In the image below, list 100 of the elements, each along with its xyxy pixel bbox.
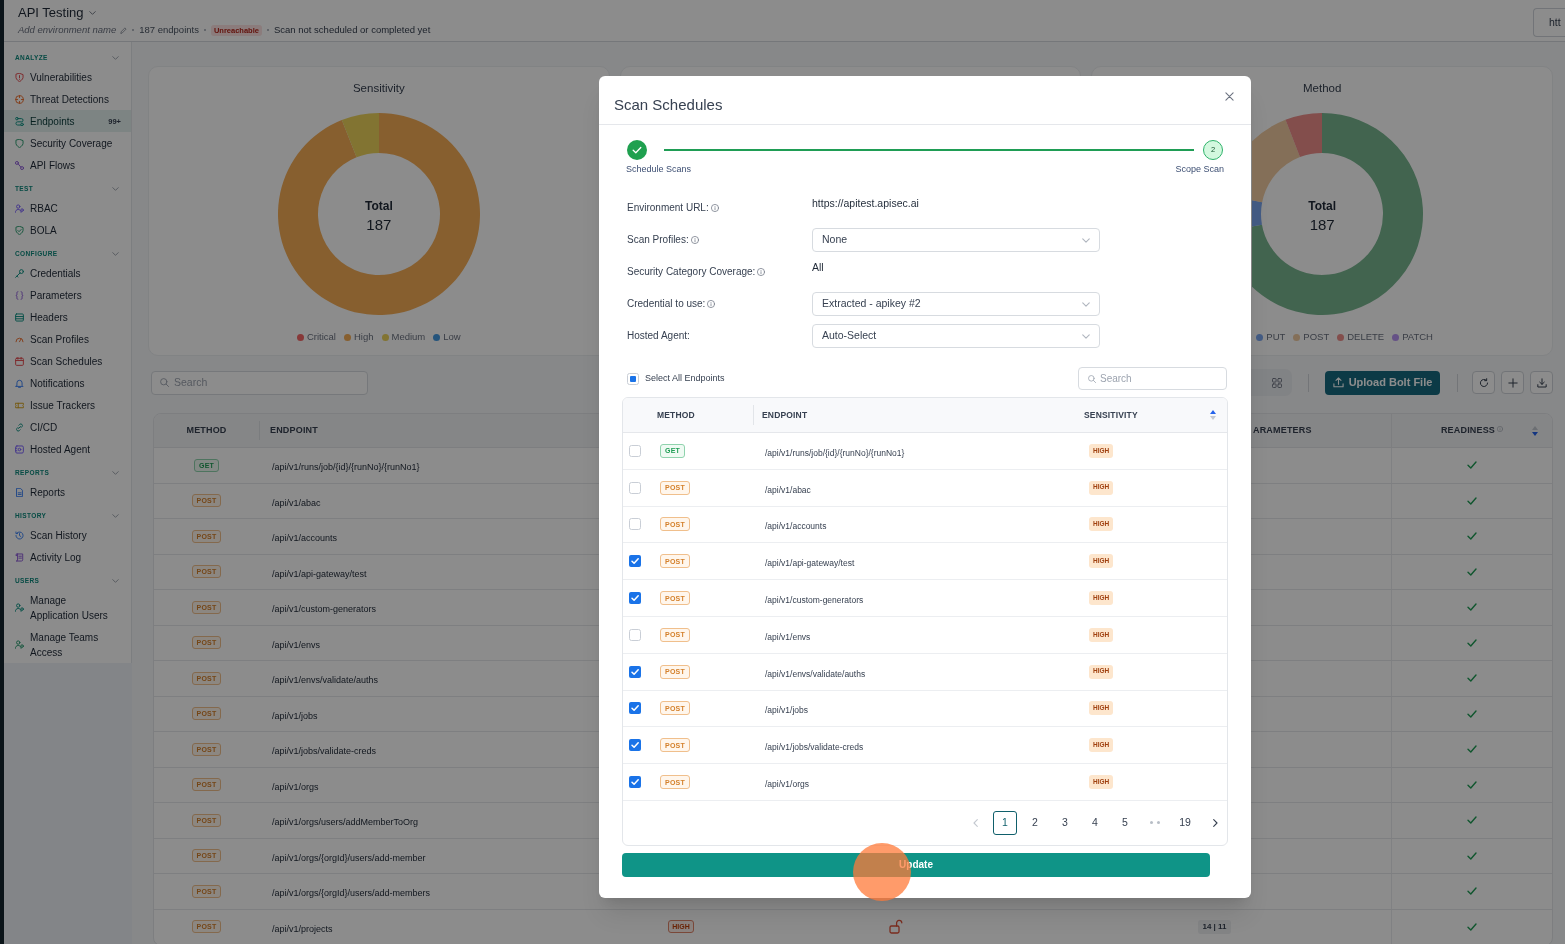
row-checkbox[interactable] [629,776,641,789]
column-header[interactable]: ENDPOINT [762,408,808,422]
ellipsis-icon[interactable] [1150,821,1160,825]
row-checkbox[interactable] [629,592,641,605]
scroll-icon [15,552,24,562]
column-header[interactable]: SENSITIVITY [1084,408,1138,422]
sidebar-item[interactable]: Scan Profiles [4,328,131,350]
column-header[interactable]: READINESS [1440,423,1496,438]
download-icon [1536,377,1547,388]
url-field[interactable]: htt [1533,8,1565,37]
server-icon [15,444,24,454]
environment-name-field[interactable]: Add environment name [18,24,117,36]
checkbox-label: Select All Endpoints [645,371,725,385]
row-checkbox[interactable] [629,444,641,457]
chevron-down-icon[interactable] [88,11,96,15]
grid-view-icon[interactable] [1272,377,1282,388]
sidebar-item[interactable]: Reports [4,481,131,503]
sidebar-item[interactable]: Manage Application Users [4,589,131,626]
legend-label: Medium [391,331,426,343]
sidebar-item[interactable]: Vulnerabilities [4,66,131,88]
close-icon[interactable] [1225,92,1234,101]
row-checkbox[interactable] [629,665,641,678]
row-checkbox[interactable] [629,481,641,494]
field-label: Security Category Coverage: [627,266,756,278]
row-checkbox[interactable] [629,518,641,531]
sidebar-item[interactable]: Parameters [4,284,131,306]
sidebar-item[interactable]: Issue Trackers [4,394,131,416]
chevron-down-icon[interactable] [112,55,119,60]
endpoint-path: /api/v1/envs/validate/auths [272,675,379,686]
sidebar-item[interactable]: Security Coverage [4,132,131,154]
sort-icon[interactable] [1210,410,1216,420]
pencil-icon[interactable] [120,26,128,34]
chevron-down-icon[interactable] [112,513,119,518]
parameter-count: 14 | 11 [1198,919,1231,934]
chevron-down-icon[interactable] [112,470,119,475]
sidebar-item[interactable]: Scan Schedules [4,350,131,372]
sidebar-item[interactable]: API Flows [4,154,131,176]
ticket-icon [15,400,24,410]
sidebar-item[interactable]: CI/CD [4,416,131,438]
chevron-down-icon [1082,237,1090,243]
endpoint-path: /api/v1/runs/job/{id}/{runNo}/{runNo1} [765,447,905,458]
chart-title: Method [1302,81,1342,95]
chevron-down-icon[interactable] [112,186,119,191]
flow-icon [15,160,24,170]
step-label: Scope Scan [1175,163,1224,175]
refresh-button[interactable] [1472,371,1495,394]
column-header[interactable]: ENDPOINT [270,423,318,438]
sidebar-item[interactable]: Hosted Agent [4,438,131,460]
search-icon [160,378,169,387]
endpoint-path: /api/v1/jobs [272,710,318,721]
dropdown[interactable]: Extracted - apikey #2 [812,292,1100,316]
page-button[interactable]: 1 [993,810,1017,835]
sidebar-item[interactable]: Manage Teams Access [4,626,131,663]
endpoint-path: /api/v1/abac [765,484,811,495]
calendar-icon [15,356,24,366]
sidebar-item[interactable]: RBAC [4,197,131,219]
upload-icon [1332,377,1344,388]
legend-label: POST [1303,331,1330,343]
key-icon [15,268,24,278]
page-button[interactable]: 5 [1113,810,1137,835]
upload-button[interactable]: Upload Bolt File [1325,370,1440,395]
row-checkbox[interactable] [629,739,641,752]
download-button[interactable] [1530,371,1553,394]
sidebar-item[interactable]: Notifications [4,372,131,394]
column-header[interactable]: METHOD [657,409,695,420]
dropdown[interactable]: Auto-Select [812,324,1100,348]
refresh-icon [1478,377,1489,388]
chart-title: Sensitivity [352,81,405,95]
page-button[interactable]: 4 [1083,810,1107,835]
step-label: Schedule Scans [626,163,692,175]
search-icon [1088,374,1096,383]
row-checkbox[interactable] [629,702,641,715]
row-checkbox[interactable] [629,555,641,568]
field-label: Scan Profiles: [627,234,689,246]
chevron-down-icon[interactable] [112,578,119,583]
page-button[interactable]: 2 [1023,810,1047,835]
endpoint-path: /api/v1/accounts [765,521,827,532]
column-header[interactable]: METHOD [186,423,227,438]
users-icon [15,640,24,649]
page-button[interactable]: 19 [1173,810,1197,835]
checkbox[interactable] [627,372,639,385]
column-header[interactable]: ARAMETERS [1253,423,1312,438]
users-icon [15,603,24,612]
sidebar-item[interactable]: Credentials [4,262,131,284]
dialog-title: Scan Schedules [614,96,723,114]
add-button[interactable] [1501,371,1524,394]
page-button[interactable]: 3 [1053,810,1077,835]
endpoint-path: /api/v1/api-gateway/test [765,558,855,569]
sidebar-item[interactable]: Threat Detections [4,88,131,110]
sidebar-item[interactable]: BOLA [4,219,131,241]
shield-alert-icon [15,72,24,82]
sidebar-item[interactable]: Activity Log [4,546,131,568]
sidebar-item[interactable]: Scan History [4,524,131,546]
dropdown[interactable]: None [812,228,1100,252]
row-checkbox[interactable] [629,628,641,641]
sidebar-item[interactable]: Headers [4,306,131,328]
table-icon [15,312,24,322]
legend-label: DELETE [1347,331,1385,343]
sort-icon[interactable] [1532,426,1538,436]
chevron-down-icon[interactable] [112,251,119,256]
